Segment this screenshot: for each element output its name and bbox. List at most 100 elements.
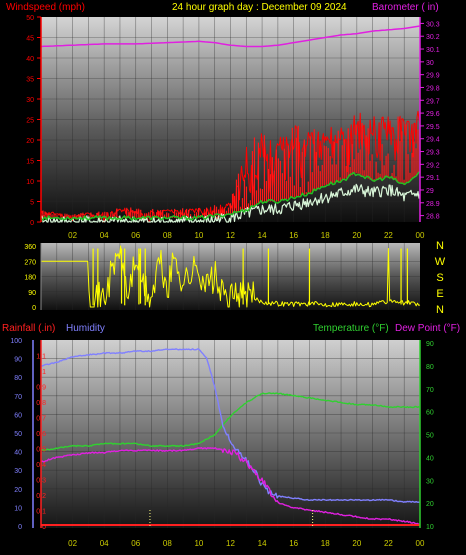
x-tick-label: 18 [321, 231, 330, 240]
dewpoint-axis-label: Dew Point (°F) [395, 323, 460, 334]
humidity-tick-label: 0 [18, 524, 22, 531]
temperature-tick-label: 50 [426, 433, 434, 440]
x-tick-label: 16 [289, 539, 298, 548]
rainfall-tick-label: 0 [42, 524, 46, 531]
humidity-tick-label: 30 [14, 468, 22, 475]
x-tick-label: 22 [384, 539, 393, 548]
wind-tick-label: 10 [26, 179, 34, 186]
temperature-tick-label: 70 [426, 387, 434, 394]
wind-tick-label: 35 [26, 77, 34, 84]
barometer-tick-label: 29.1 [426, 175, 440, 182]
rainfall-axis-label: Rainfall (.in) [2, 323, 55, 334]
barometer-tick-label: 29.8 [426, 85, 440, 92]
humidity-tick-label: 70 [14, 394, 22, 401]
temperature-tick-label: 30 [426, 478, 434, 485]
x-tick-label: 08 [163, 231, 172, 240]
wind-tick-label: 20 [26, 138, 34, 145]
x-tick-label: 02 [68, 539, 77, 548]
x-tick-label: 14 [258, 539, 267, 548]
x-tick-label: 00 [416, 539, 425, 548]
x-tick-label: 12 [226, 231, 235, 240]
barometer-tick-label: 29.7 [426, 98, 440, 105]
barometer-tick-label: 29 [426, 188, 434, 195]
x-tick-label: 20 [352, 231, 361, 240]
wind-tick-label: 30 [26, 97, 34, 104]
wind-tick-label: 40 [26, 56, 34, 63]
rainfall-tick-label: 0.3 [36, 478, 46, 485]
compass-label: N [436, 304, 444, 316]
rainfall-tick-label: 0.4 [36, 462, 46, 469]
humidity-tick-label: 10 [14, 505, 22, 512]
x-tick-label: 12 [226, 539, 235, 548]
humidity-tick-label: 50 [14, 431, 22, 438]
x-tick-label: 18 [321, 539, 330, 548]
x-tick-label: 20 [352, 539, 361, 548]
direction-tick-label: 270 [24, 259, 36, 266]
compass-label: N [436, 240, 444, 252]
rainfall-tick-label: 0.1 [36, 509, 46, 516]
barometer-tick-label: 29.9 [426, 73, 440, 80]
temperature-tick-label: 90 [426, 341, 434, 348]
barometer-tick-label: 30 [426, 60, 434, 67]
rainfall-tick-label: 1 [42, 369, 46, 376]
windspeed-axis-label: Windspeed (mph) [6, 2, 85, 13]
x-tick-label: 06 [131, 231, 140, 240]
temperature-tick-label: 20 [426, 501, 434, 508]
humidity-tick-label: 40 [14, 450, 22, 457]
barometer-tick-label: 30.1 [426, 47, 440, 54]
direction-tick-label: 180 [24, 275, 36, 282]
direction-tick-label: 90 [28, 290, 36, 297]
wind-tick-label: 50 [26, 15, 34, 22]
x-tick-label: 02 [68, 231, 77, 240]
wind-tick-label: 45 [26, 36, 34, 43]
barometer-tick-label: 29.4 [426, 137, 440, 144]
temperature-tick-label: 10 [426, 524, 434, 531]
rainfall-tick-label: 0.5 [36, 447, 46, 454]
humidity-tick-label: 90 [14, 357, 22, 364]
wind-tick-label: 5 [30, 200, 34, 207]
compass-label: W [435, 256, 446, 268]
x-tick-label: 16 [289, 231, 298, 240]
humidity-tick-label: 100 [10, 338, 22, 345]
x-tick-label: 10 [194, 539, 203, 548]
direction-tick-label: 360 [24, 244, 36, 251]
x-tick-label: 04 [100, 231, 109, 240]
temperature-tick-label: 40 [426, 455, 434, 462]
x-tick-label: 06 [131, 539, 140, 548]
rainfall-tick-label: 0.8 [36, 400, 46, 407]
page-title: 24 hour graph day : December 09 2024 [172, 2, 347, 13]
humidity-tick-label: 80 [14, 375, 22, 382]
temperature-tick-label: 80 [426, 364, 434, 371]
wind-tick-label: 15 [26, 159, 34, 166]
direction-tick-label: 0 [32, 305, 36, 312]
barometer-tick-label: 29.2 [426, 162, 440, 169]
wind-tick-label: 0 [30, 220, 34, 227]
barometer-tick-label: 29.5 [426, 124, 440, 131]
humidity-axis-label: Humidity [66, 323, 105, 334]
x-tick-label: 08 [163, 539, 172, 548]
barometer-tick-label: 28.8 [426, 214, 440, 221]
x-tick-label: 10 [194, 231, 203, 240]
x-tick-label: 04 [100, 539, 109, 548]
compass-label: E [436, 288, 443, 300]
weather-graph: Windspeed (mph) 24 hour graph day : Dece… [0, 0, 466, 555]
x-tick-label: 14 [258, 231, 267, 240]
temperature-axis-label: Temperature (°F) [313, 323, 389, 334]
temperature-tick-label: 60 [426, 410, 434, 417]
barometer-tick-label: 29.3 [426, 150, 440, 157]
rainfall-tick-label: 0.2 [36, 493, 46, 500]
barometer-tick-label: 30.3 [426, 21, 440, 28]
compass-label: S [436, 272, 443, 284]
barometer-tick-label: 28.9 [426, 201, 440, 208]
x-tick-label: 22 [384, 231, 393, 240]
barometer-tick-label: 30.2 [426, 34, 440, 41]
humidity-tick-label: 60 [14, 412, 22, 419]
rainfall-tick-label: 0.6 [36, 431, 46, 438]
humidity-tick-label: 20 [14, 487, 22, 494]
wind-tick-label: 25 [26, 118, 34, 125]
weather-chart-canvas: Windspeed (mph) 24 hour graph day : Dece… [2, 2, 460, 548]
rainfall-tick-label: 0.9 [36, 385, 46, 392]
barometer-tick-label: 29.6 [426, 111, 440, 118]
x-tick-label: 00 [416, 231, 425, 240]
barometer-axis-label: Barometer ( in) [372, 2, 439, 13]
